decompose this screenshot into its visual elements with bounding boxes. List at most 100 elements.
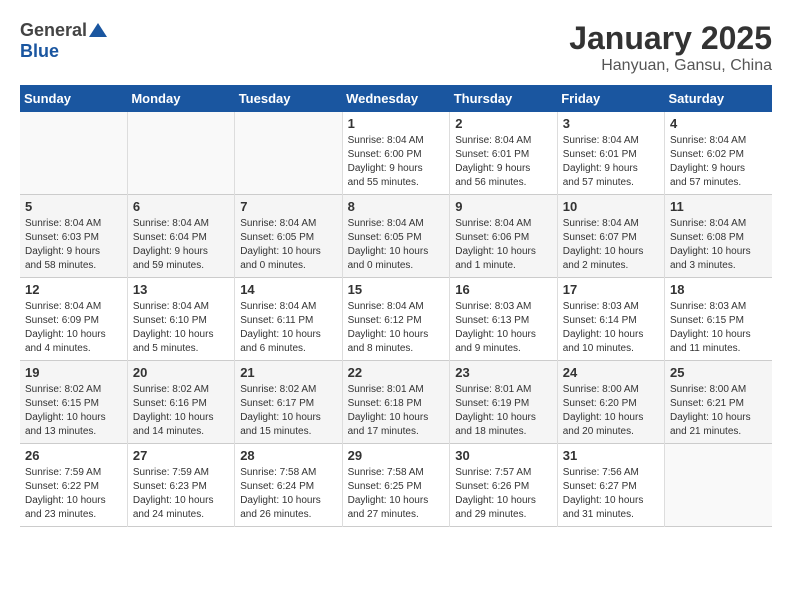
day-info: Sunrise: 8:00 AMSunset: 6:21 PMDaylight:… <box>670 383 767 439</box>
calendar-cell: 3 Sunrise: 8:04 AMSunset: 6:01 PMDaylight… <box>557 112 664 195</box>
page-header: General Blue January 2025 Hanyuan, Gansu… <box>20 20 772 75</box>
day-info: Sunrise: 8:02 AMSunset: 6:15 PMDaylight:… <box>25 383 122 439</box>
weekday-header-tuesday: Tuesday <box>235 85 342 112</box>
calendar-cell: 1 Sunrise: 8:04 AMSunset: 6:00 PMDaylight… <box>342 112 450 195</box>
calendar-cell: 16 Sunrise: 8:03 AMSunset: 6:13 PMDayligh… <box>450 278 557 361</box>
calendar-table: SundayMondayTuesdayWednesdayThursdayFrid… <box>20 85 772 527</box>
day-number: 19 <box>25 365 122 380</box>
day-number: 26 <box>25 448 122 463</box>
calendar-cell: 2 Sunrise: 8:04 AMSunset: 6:01 PMDaylight… <box>450 112 557 195</box>
day-number: 20 <box>133 365 229 380</box>
day-number: 17 <box>563 282 659 297</box>
calendar-cell: 5Sunrise: 8:04 AMSunset: 6:03 PMDaylight… <box>20 195 127 278</box>
day-number: 27 <box>133 448 229 463</box>
logo-general-text: General <box>20 20 87 41</box>
calendar-cell: 19 Sunrise: 8:02 AMSunset: 6:15 PMDayligh… <box>20 361 127 444</box>
day-info: Sunrise: 8:04 AMSunset: 6:12 PMDaylight:… <box>348 300 445 356</box>
day-info: Sunrise: 7:56 AMSunset: 6:27 PMDaylight:… <box>563 466 659 522</box>
logo: General Blue <box>20 20 107 62</box>
day-number: 4 <box>670 116 767 131</box>
day-info: Sunrise: 7:58 AMSunset: 6:25 PMDaylight:… <box>348 466 445 522</box>
calendar-week-row: 12 Sunrise: 8:04 AMSunset: 6:09 PMDayligh… <box>20 278 772 361</box>
day-number: 3 <box>563 116 659 131</box>
day-info: Sunrise: 8:04 AMSunset: 6:00 PMDaylight:… <box>348 134 445 190</box>
day-info: Sunrise: 8:03 AMSunset: 6:13 PMDaylight:… <box>455 300 551 356</box>
day-info: Sunrise: 8:04 AMSunset: 6:03 PMDaylight:… <box>25 217 122 273</box>
day-info: Sunrise: 8:04 AMSunset: 6:01 PMDaylight:… <box>455 134 551 190</box>
day-number: 29 <box>348 448 445 463</box>
calendar-cell: 10 Sunrise: 8:04 AMSunset: 6:07 PMDayligh… <box>557 195 664 278</box>
day-number: 13 <box>133 282 229 297</box>
day-number: 15 <box>348 282 445 297</box>
day-number: 21 <box>240 365 336 380</box>
day-info: Sunrise: 8:04 AMSunset: 6:10 PMDaylight:… <box>133 300 229 356</box>
day-info: Sunrise: 8:04 AMSunset: 6:02 PMDaylight:… <box>670 134 767 190</box>
calendar-cell: 7Sunrise: 8:04 AMSunset: 6:05 PMDaylight… <box>235 195 342 278</box>
calendar-cell: 22 Sunrise: 8:01 AMSunset: 6:18 PMDayligh… <box>342 361 450 444</box>
day-number: 11 <box>670 199 767 214</box>
calendar-title: January 2025 <box>569 20 772 57</box>
day-number: 24 <box>563 365 659 380</box>
calendar-cell: 13 Sunrise: 8:04 AMSunset: 6:10 PMDayligh… <box>127 278 234 361</box>
calendar-week-row: 19 Sunrise: 8:02 AMSunset: 6:15 PMDayligh… <box>20 361 772 444</box>
calendar-week-row: 5Sunrise: 8:04 AMSunset: 6:03 PMDaylight… <box>20 195 772 278</box>
day-info: Sunrise: 8:04 AMSunset: 6:09 PMDaylight:… <box>25 300 122 356</box>
calendar-week-row: 1 Sunrise: 8:04 AMSunset: 6:00 PMDaylight… <box>20 112 772 195</box>
calendar-cell: 17Sunrise: 8:03 AMSunset: 6:14 PMDayligh… <box>557 278 664 361</box>
calendar-cell: 31 Sunrise: 7:56 AMSunset: 6:27 PMDayligh… <box>557 444 664 527</box>
day-number: 12 <box>25 282 122 297</box>
day-number: 9 <box>455 199 551 214</box>
day-number: 22 <box>348 365 445 380</box>
day-info: Sunrise: 7:57 AMSunset: 6:26 PMDaylight:… <box>455 466 551 522</box>
calendar-cell <box>127 112 234 195</box>
calendar-cell: 28Sunrise: 7:58 AMSunset: 6:24 PMDayligh… <box>235 444 342 527</box>
weekday-header-thursday: Thursday <box>450 85 557 112</box>
day-number: 6 <box>133 199 229 214</box>
calendar-cell: 11Sunrise: 8:04 AMSunset: 6:08 PMDayligh… <box>665 195 773 278</box>
day-info: Sunrise: 8:04 AMSunset: 6:07 PMDaylight:… <box>563 217 659 273</box>
calendar-cell: 29 Sunrise: 7:58 AMSunset: 6:25 PMDayligh… <box>342 444 450 527</box>
day-info: Sunrise: 8:00 AMSunset: 6:20 PMDaylight:… <box>563 383 659 439</box>
day-number: 30 <box>455 448 551 463</box>
day-number: 28 <box>240 448 336 463</box>
day-number: 18 <box>670 282 767 297</box>
day-number: 10 <box>563 199 659 214</box>
day-info: Sunrise: 8:01 AMSunset: 6:19 PMDaylight:… <box>455 383 551 439</box>
calendar-cell: 6 Sunrise: 8:04 AMSunset: 6:04 PMDaylight… <box>127 195 234 278</box>
day-info: Sunrise: 8:04 AMSunset: 6:06 PMDaylight:… <box>455 217 551 273</box>
calendar-cell: 9 Sunrise: 8:04 AMSunset: 6:06 PMDaylight… <box>450 195 557 278</box>
day-info: Sunrise: 8:02 AMSunset: 6:17 PMDaylight:… <box>240 383 336 439</box>
calendar-cell: 14 Sunrise: 8:04 AMSunset: 6:11 PMDayligh… <box>235 278 342 361</box>
calendar-cell: 25 Sunrise: 8:00 AMSunset: 6:21 PMDayligh… <box>665 361 773 444</box>
calendar-cell <box>20 112 127 195</box>
logo-blue-text: Blue <box>20 41 59 61</box>
calendar-cell <box>665 444 773 527</box>
day-number: 14 <box>240 282 336 297</box>
title-block: January 2025 Hanyuan, Gansu, China <box>569 20 772 75</box>
calendar-cell: 26Sunrise: 7:59 AMSunset: 6:22 PMDayligh… <box>20 444 127 527</box>
weekday-header-friday: Friday <box>557 85 664 112</box>
calendar-cell: 24 Sunrise: 8:00 AMSunset: 6:20 PMDayligh… <box>557 361 664 444</box>
day-info: Sunrise: 8:04 AMSunset: 6:11 PMDaylight:… <box>240 300 336 356</box>
weekday-header-row: SundayMondayTuesdayWednesdayThursdayFrid… <box>20 85 772 112</box>
calendar-cell: 23 Sunrise: 8:01 AMSunset: 6:19 PMDayligh… <box>450 361 557 444</box>
day-number: 25 <box>670 365 767 380</box>
day-info: Sunrise: 8:04 AMSunset: 6:05 PMDaylight:… <box>348 217 445 273</box>
calendar-cell: 12 Sunrise: 8:04 AMSunset: 6:09 PMDayligh… <box>20 278 127 361</box>
day-number: 7 <box>240 199 336 214</box>
day-number: 8 <box>348 199 445 214</box>
calendar-cell: 30 Sunrise: 7:57 AMSunset: 6:26 PMDayligh… <box>450 444 557 527</box>
calendar-cell: 15 Sunrise: 8:04 AMSunset: 6:12 PMDayligh… <box>342 278 450 361</box>
calendar-cell: 20Sunrise: 8:02 AMSunset: 6:16 PMDayligh… <box>127 361 234 444</box>
weekday-header-wednesday: Wednesday <box>342 85 450 112</box>
day-number: 1 <box>348 116 445 131</box>
day-info: Sunrise: 8:04 AMSunset: 6:01 PMDaylight:… <box>563 134 659 190</box>
day-info: Sunrise: 8:04 AMSunset: 6:04 PMDaylight:… <box>133 217 229 273</box>
calendar-cell: 27Sunrise: 7:59 AMSunset: 6:23 PMDayligh… <box>127 444 234 527</box>
day-number: 16 <box>455 282 551 297</box>
day-number: 23 <box>455 365 551 380</box>
day-number: 31 <box>563 448 659 463</box>
day-number: 2 <box>455 116 551 131</box>
day-info: Sunrise: 8:01 AMSunset: 6:18 PMDaylight:… <box>348 383 445 439</box>
calendar-subtitle: Hanyuan, Gansu, China <box>569 57 772 75</box>
